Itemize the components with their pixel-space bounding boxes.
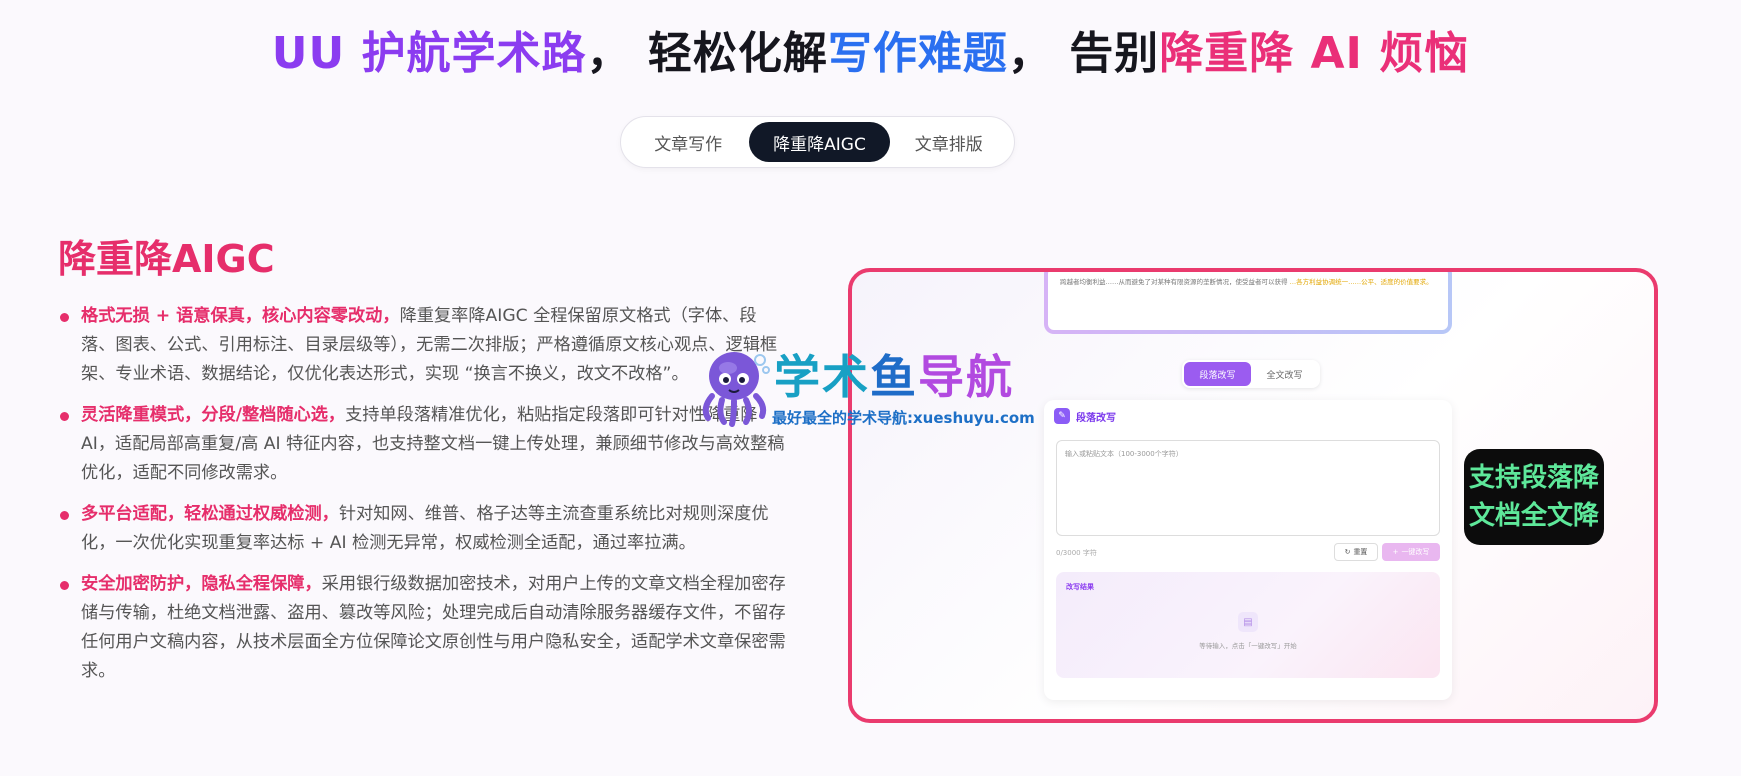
watermark-title-b: 鱼 [870,350,918,404]
refresh-icon: ↻ [1344,548,1351,556]
hero-headline: UU 护航学术路， 轻松化解写作难题， 告别降重降 AI 烦恼 [0,24,1741,84]
preview-document-snippet: 跨越者均衡利益……从而避免了对某种有限资源的垄断情况，使受益者可以获得 …各方利… [1044,272,1452,334]
reset-label: 重置 [1353,548,1368,556]
section-title: 降重降AIGC [58,237,275,281]
document-icon: ▤ [1238,612,1258,632]
bullet-dot-icon [60,581,69,590]
feature-highlight: 多平台适配，轻松通过权威检测， [81,504,339,524]
feature-list: 格式无损 + 语意保真，核心内容零改动，降重复率降AIGC 全程保留原文格式（字… [58,302,786,698]
headline-comma1: ， [586,28,632,79]
headline-comma2: ， [1007,28,1053,79]
rewrite-button[interactable]: + 一键改写 [1382,543,1440,561]
watermark-title: 学术鱼导航 [774,350,1014,404]
char-counter: 0/3000 字符 [1056,549,1097,557]
feature-tabs: 文章写作 降重降AIGC 文章排版 [620,116,1015,168]
mode-paragraph-rewrite[interactable]: 段落改写 [1184,362,1251,386]
preview-document-text: 跨越者均衡利益……从而避免了对某种有限资源的垄断情况，使受益者可以获得 …各方利… [1048,272,1448,330]
panel-header: ✎ 段落改写 [1054,408,1116,424]
bullet-dot-icon [60,511,69,520]
preview-text-plain: 跨越者均衡利益……从而避免了对某种有限资源的垄断情况，使受益者可以获得 [1060,278,1288,286]
tab-reduce-aigc[interactable]: 降重降AIGC [749,122,890,162]
preview-text-highlight: …各方利益协调统一……公平、适度的价值要求。 [1289,278,1433,286]
mode-support-badge: 支持段落降 文档全文降 [1464,449,1604,545]
feature-item: 灵活降重模式，分段/整档随心选，支持单段落精准优化，粘贴指定段落即可针对性降重降… [58,401,786,488]
octopus-logo-icon [702,352,770,427]
tab-article-layout[interactable]: 文章排版 [890,122,1008,162]
result-hint: 等待输入，点击「一键改写」开始 [1199,642,1297,650]
reset-button[interactable]: ↻ 重置 [1334,543,1378,561]
rewrite-mode-toggle: 段落改写 全文改写 [1182,360,1320,388]
edit-icon: ✎ [1054,408,1070,424]
headline-part5: 降重降 AI 烦恼 [1159,28,1470,79]
rewrite-label: 一键改写 [1401,548,1430,556]
feature-item: 多平台适配，轻松通过权威检测，针对知网、维普、格子达等主流查重系统比对规则深度优… [58,500,786,558]
feature-highlight: 灵活降重模式，分段/整档随心选， [81,405,346,425]
feature-highlight: 安全加密防护，隐私全程保障， [81,574,322,594]
feature-item: 安全加密防护，隐私全程保障，采用银行级数据加密技术，对用户上传的文章文档全程加密… [58,570,786,686]
headline-part1: UU 护航学术路 [271,28,587,79]
headline-part4: 告别 [1069,28,1160,79]
feature-highlight: 格式无损 + 语意保真，核心内容零改动， [81,306,400,326]
badge-line1: 支持段落降 [1468,463,1599,493]
result-area: 改写结果 ▤ 等待输入，点击「一键改写」开始 [1056,572,1440,678]
feature-item: 格式无损 + 语意保真，核心内容零改动，降重复率降AIGC 全程保留原文格式（字… [58,302,786,389]
watermark-title-a: 学术 [774,350,870,404]
headline-part3: 写作难题 [827,28,1008,79]
badge-line2: 文档全文降 [1468,501,1599,531]
rewrite-input[interactable]: 输入或粘贴文本（100-3000个字符） [1056,440,1440,536]
tab-article-writing[interactable]: 文章写作 [627,122,749,162]
site-watermark: 学术鱼导航 最好最全的学术导航:xueshuyu.com [694,346,1054,436]
bullet-dot-icon [60,412,69,421]
panel-title: 段落改写 [1076,412,1116,424]
product-preview-card: 跨越者均衡利益……从而避免了对某种有限资源的垄断情况，使受益者可以获得 …各方利… [848,268,1658,723]
mode-full-rewrite[interactable]: 全文改写 [1251,362,1318,386]
rewrite-panel: ✎ 段落改写 输入或粘贴文本（100-3000个字符） 0/3000 字符 ↻ … [1044,400,1452,700]
result-title: 改写结果 [1066,583,1094,591]
headline-part2: 轻松化解 [647,28,828,79]
watermark-subtitle: 最好最全的学术导航:xueshuyu.com [772,409,1035,427]
watermark-title-c: 导航 [918,350,1014,404]
bullet-dot-icon [60,313,69,322]
plus-icon: + [1392,548,1399,556]
